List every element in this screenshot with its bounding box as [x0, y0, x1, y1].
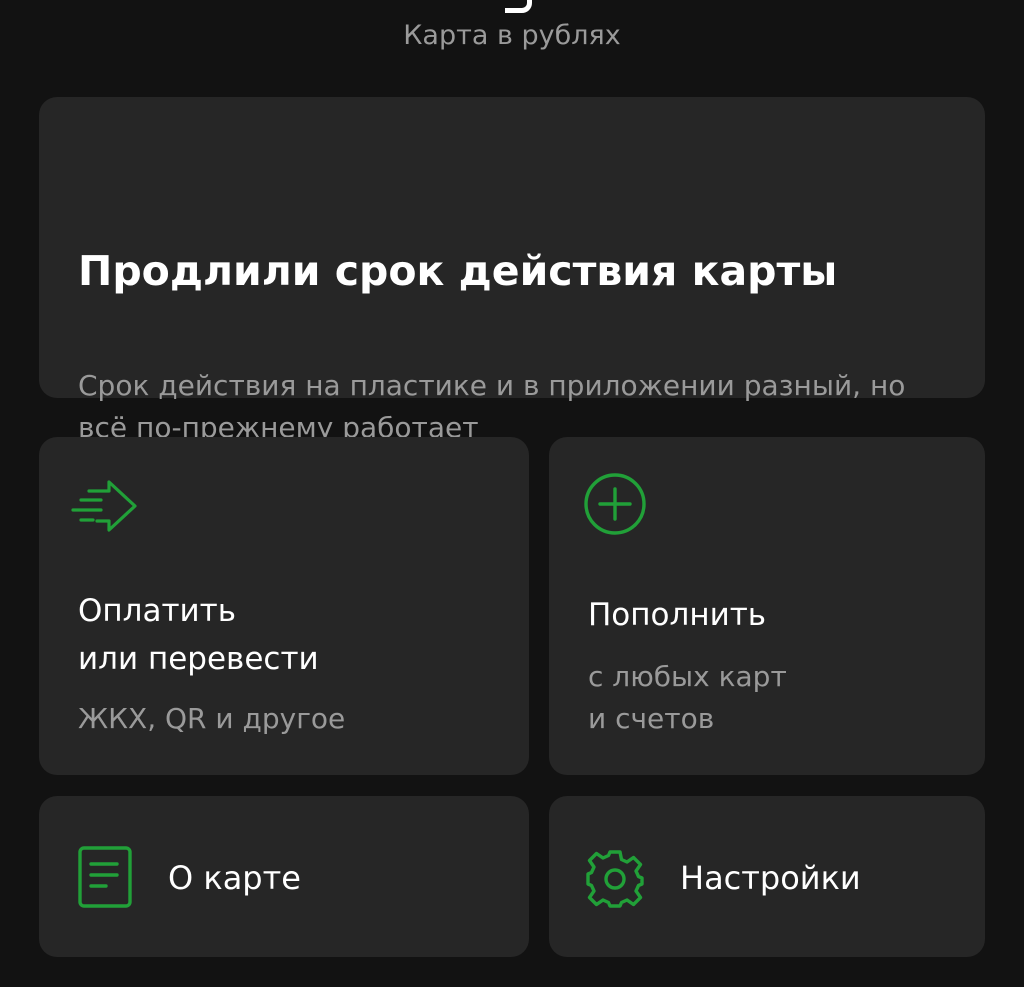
about-card-label: О карте — [168, 859, 301, 897]
pay-subtitle: ЖКХ, QR и другое — [78, 702, 346, 735]
about-card-button[interactable]: О карте — [39, 796, 529, 957]
pay-title-line1: Оплатить — [78, 593, 237, 629]
settings-button[interactable]: Настройки — [549, 796, 985, 957]
top-up-button[interactable]: Пополнить с любых карт и счетов — [549, 437, 985, 775]
plus-circle-icon — [583, 472, 647, 540]
transfer-arrow-icon — [71, 479, 139, 539]
top-up-subtitle-line1: с любых карт — [588, 660, 787, 693]
gear-icon — [584, 848, 646, 914]
document-icon — [78, 846, 132, 914]
card-currency-subtitle: Карта в рублях — [403, 20, 621, 51]
top-up-title: Пополнить — [588, 597, 767, 633]
pay-title-line2: или перевести — [78, 641, 319, 677]
top-up-subtitle-line2: и счетов — [588, 702, 715, 735]
expiry-extended-banner[interactable]: Продлили срок действия карты Срок действ… — [39, 97, 985, 444]
card-number-glyph-fragment — [505, 0, 532, 13]
card-details-screen: Карта в рублях Продлили срок действия ка… — [0, 0, 1024, 987]
settings-label: Настройки — [680, 859, 861, 897]
pay-or-transfer-button[interactable]: Оплатить или перевести ЖКХ, QR и другое — [39, 437, 529, 775]
banner-title: Продлили срок действия карты — [78, 247, 838, 295]
